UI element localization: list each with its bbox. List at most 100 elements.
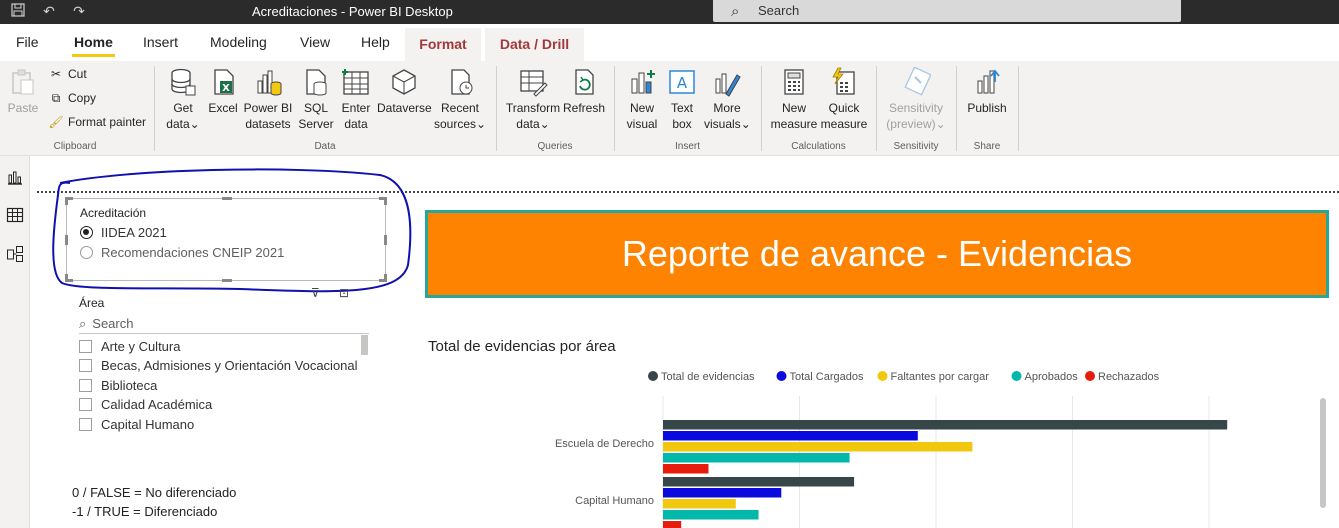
- undo-icon[interactable]: ↶: [40, 3, 58, 21]
- sql-server-button[interactable]: SQL Server: [298, 67, 334, 132]
- list-item[interactable]: Biblioteca: [79, 378, 157, 393]
- checkbox[interactable]: [79, 398, 92, 411]
- svg-text:A: A: [677, 74, 688, 92]
- paste-icon: [12, 69, 34, 95]
- group-share-label: Share: [973, 141, 1001, 152]
- more-visuals-button[interactable]: More visuals⌄: [704, 67, 751, 132]
- save-icon[interactable]: [9, 3, 27, 21]
- category-label: Escuela de Derecho: [555, 438, 654, 450]
- legend-marker: [776, 371, 787, 381]
- transform-data-button[interactable]: Transform data⌄: [505, 67, 561, 132]
- bar: [663, 420, 1228, 430]
- quick-measure-button[interactable]: Quick measure: [819, 67, 869, 132]
- enter-data-button[interactable]: Enter data: [339, 67, 373, 132]
- redo-icon[interactable]: ↷: [70, 3, 88, 21]
- group-calculations-label: Calculations: [791, 141, 846, 152]
- list-item[interactable]: Calidad Académica: [79, 397, 212, 412]
- note-true: -1 / TRUE = Diferenciado: [72, 504, 218, 519]
- tab-help[interactable]: Help: [361, 34, 390, 50]
- bar: [663, 521, 682, 528]
- report-title-banner[interactable]: Reporte de avance - Evidencias: [425, 210, 1329, 298]
- focus-mode-icon[interactable]: ⊡: [339, 286, 349, 300]
- category-label: Capital Humano: [575, 495, 654, 507]
- dataverse-icon: [392, 69, 416, 95]
- excel-icon: X: [214, 69, 234, 95]
- bar: [663, 453, 850, 463]
- format-painter-button[interactable]: 🖌 Format painter: [48, 115, 146, 129]
- group-separator: [956, 66, 957, 151]
- group-sensitivity-label: Sensitivity: [893, 141, 939, 152]
- legend-marker: [877, 371, 888, 381]
- report-view-icon[interactable]: [6, 168, 24, 186]
- bar-chart[interactable]: Total de evidencias Total Cargados Faltant…: [425, 360, 1325, 528]
- calculator-icon: [784, 69, 804, 95]
- group-separator: [761, 66, 762, 151]
- recent-sources-button[interactable]: Recent sources⌄: [434, 67, 486, 132]
- copy-icon: ⧉: [51, 91, 61, 105]
- legend-label: Total Cargados: [790, 371, 864, 383]
- paste-button[interactable]: Paste: [5, 67, 41, 116]
- tab-insert[interactable]: Insert: [143, 34, 178, 50]
- recent-sources-icon: [451, 69, 473, 95]
- new-visual-icon: [631, 70, 655, 94]
- search-icon: ⌕: [79, 316, 87, 331]
- list-item[interactable]: Becas, Admisiones y Orientación Vocacion…: [79, 358, 358, 373]
- checkbox[interactable]: [79, 418, 92, 431]
- chart-scrollbar[interactable]: [1320, 398, 1326, 508]
- powerbi-datasets-button[interactable]: Power BI datasets: [243, 67, 293, 132]
- legend-marker: [1011, 371, 1022, 381]
- text-box-button[interactable]: A Text box: [664, 67, 700, 132]
- group-separator: [154, 66, 155, 151]
- legend-marker: [1085, 371, 1095, 381]
- tab-data-drill[interactable]: Data / Drill: [485, 28, 584, 61]
- search-box[interactable]: ⌕ Search: [713, 0, 1181, 22]
- checkbox[interactable]: [79, 340, 92, 353]
- quick-measure-icon: [832, 67, 855, 95]
- sql-server-icon: [306, 69, 327, 96]
- legend-label: Total de evidencias: [661, 371, 755, 383]
- report-title: Reporte de avance - Evidencias: [621, 233, 1133, 274]
- table-icon: [342, 69, 369, 95]
- new-visual-button[interactable]: New visual: [623, 67, 661, 132]
- bar: [663, 431, 918, 441]
- checkbox[interactable]: [79, 379, 92, 392]
- list-item[interactable]: Capital Humano: [79, 417, 194, 432]
- paintbrush-icon: 🖌: [48, 115, 64, 129]
- list-item[interactable]: Arte y Cultura: [79, 339, 180, 354]
- checkbox[interactable]: [79, 359, 92, 372]
- sensitivity-button[interactable]: Sensitivity (preview)⌄: [882, 67, 950, 132]
- view-switcher: [0, 156, 30, 528]
- group-separator: [876, 66, 877, 151]
- title-bar: ↶ ↷ Acreditaciones - Power BI Desktop ⌕ …: [0, 0, 1339, 24]
- new-measure-button[interactable]: New measure: [769, 67, 819, 132]
- scrollbar[interactable]: [361, 335, 368, 355]
- publish-button[interactable]: Publish: [964, 67, 1010, 116]
- note-false: 0 / FALSE = No diferenciado: [72, 485, 237, 500]
- transform-data-icon: [520, 70, 548, 97]
- refresh-button[interactable]: Refresh: [563, 67, 605, 116]
- cut-button[interactable]: ✂ Cut: [48, 67, 87, 81]
- svg-text:X: X: [222, 83, 230, 94]
- group-separator: [1018, 66, 1019, 151]
- dataverse-button[interactable]: Dataverse: [377, 67, 432, 116]
- excel-button[interactable]: X Excel: [207, 67, 239, 116]
- data-view-icon[interactable]: [6, 206, 24, 224]
- chart-title: Total de evidencias por área: [428, 338, 616, 355]
- ribbon: Paste ✂ Cut ⧉ Copy 🖌 Format painter Clipboa…: [0, 61, 1339, 156]
- slicer-title: Área: [79, 296, 105, 310]
- filter-icon[interactable]: ⊽: [311, 286, 320, 300]
- bar: [663, 510, 759, 520]
- model-view-icon[interactable]: [6, 245, 24, 263]
- get-data-button[interactable]: Get data⌄: [163, 67, 203, 132]
- tab-home[interactable]: Home: [72, 34, 115, 57]
- tab-file[interactable]: File: [16, 34, 39, 50]
- group-data-label: Data: [314, 141, 336, 152]
- copy-button[interactable]: ⧉ Copy: [48, 91, 96, 106]
- sensitivity-icon: [904, 67, 931, 96]
- search-icon: ⌕: [731, 2, 740, 20]
- annotation-lasso: [52, 168, 412, 293]
- slicer-search[interactable]: ⌕ Search: [79, 316, 369, 334]
- tab-modeling[interactable]: Modeling: [210, 34, 267, 50]
- tab-view[interactable]: View: [300, 34, 330, 50]
- tab-format[interactable]: Format: [405, 28, 481, 61]
